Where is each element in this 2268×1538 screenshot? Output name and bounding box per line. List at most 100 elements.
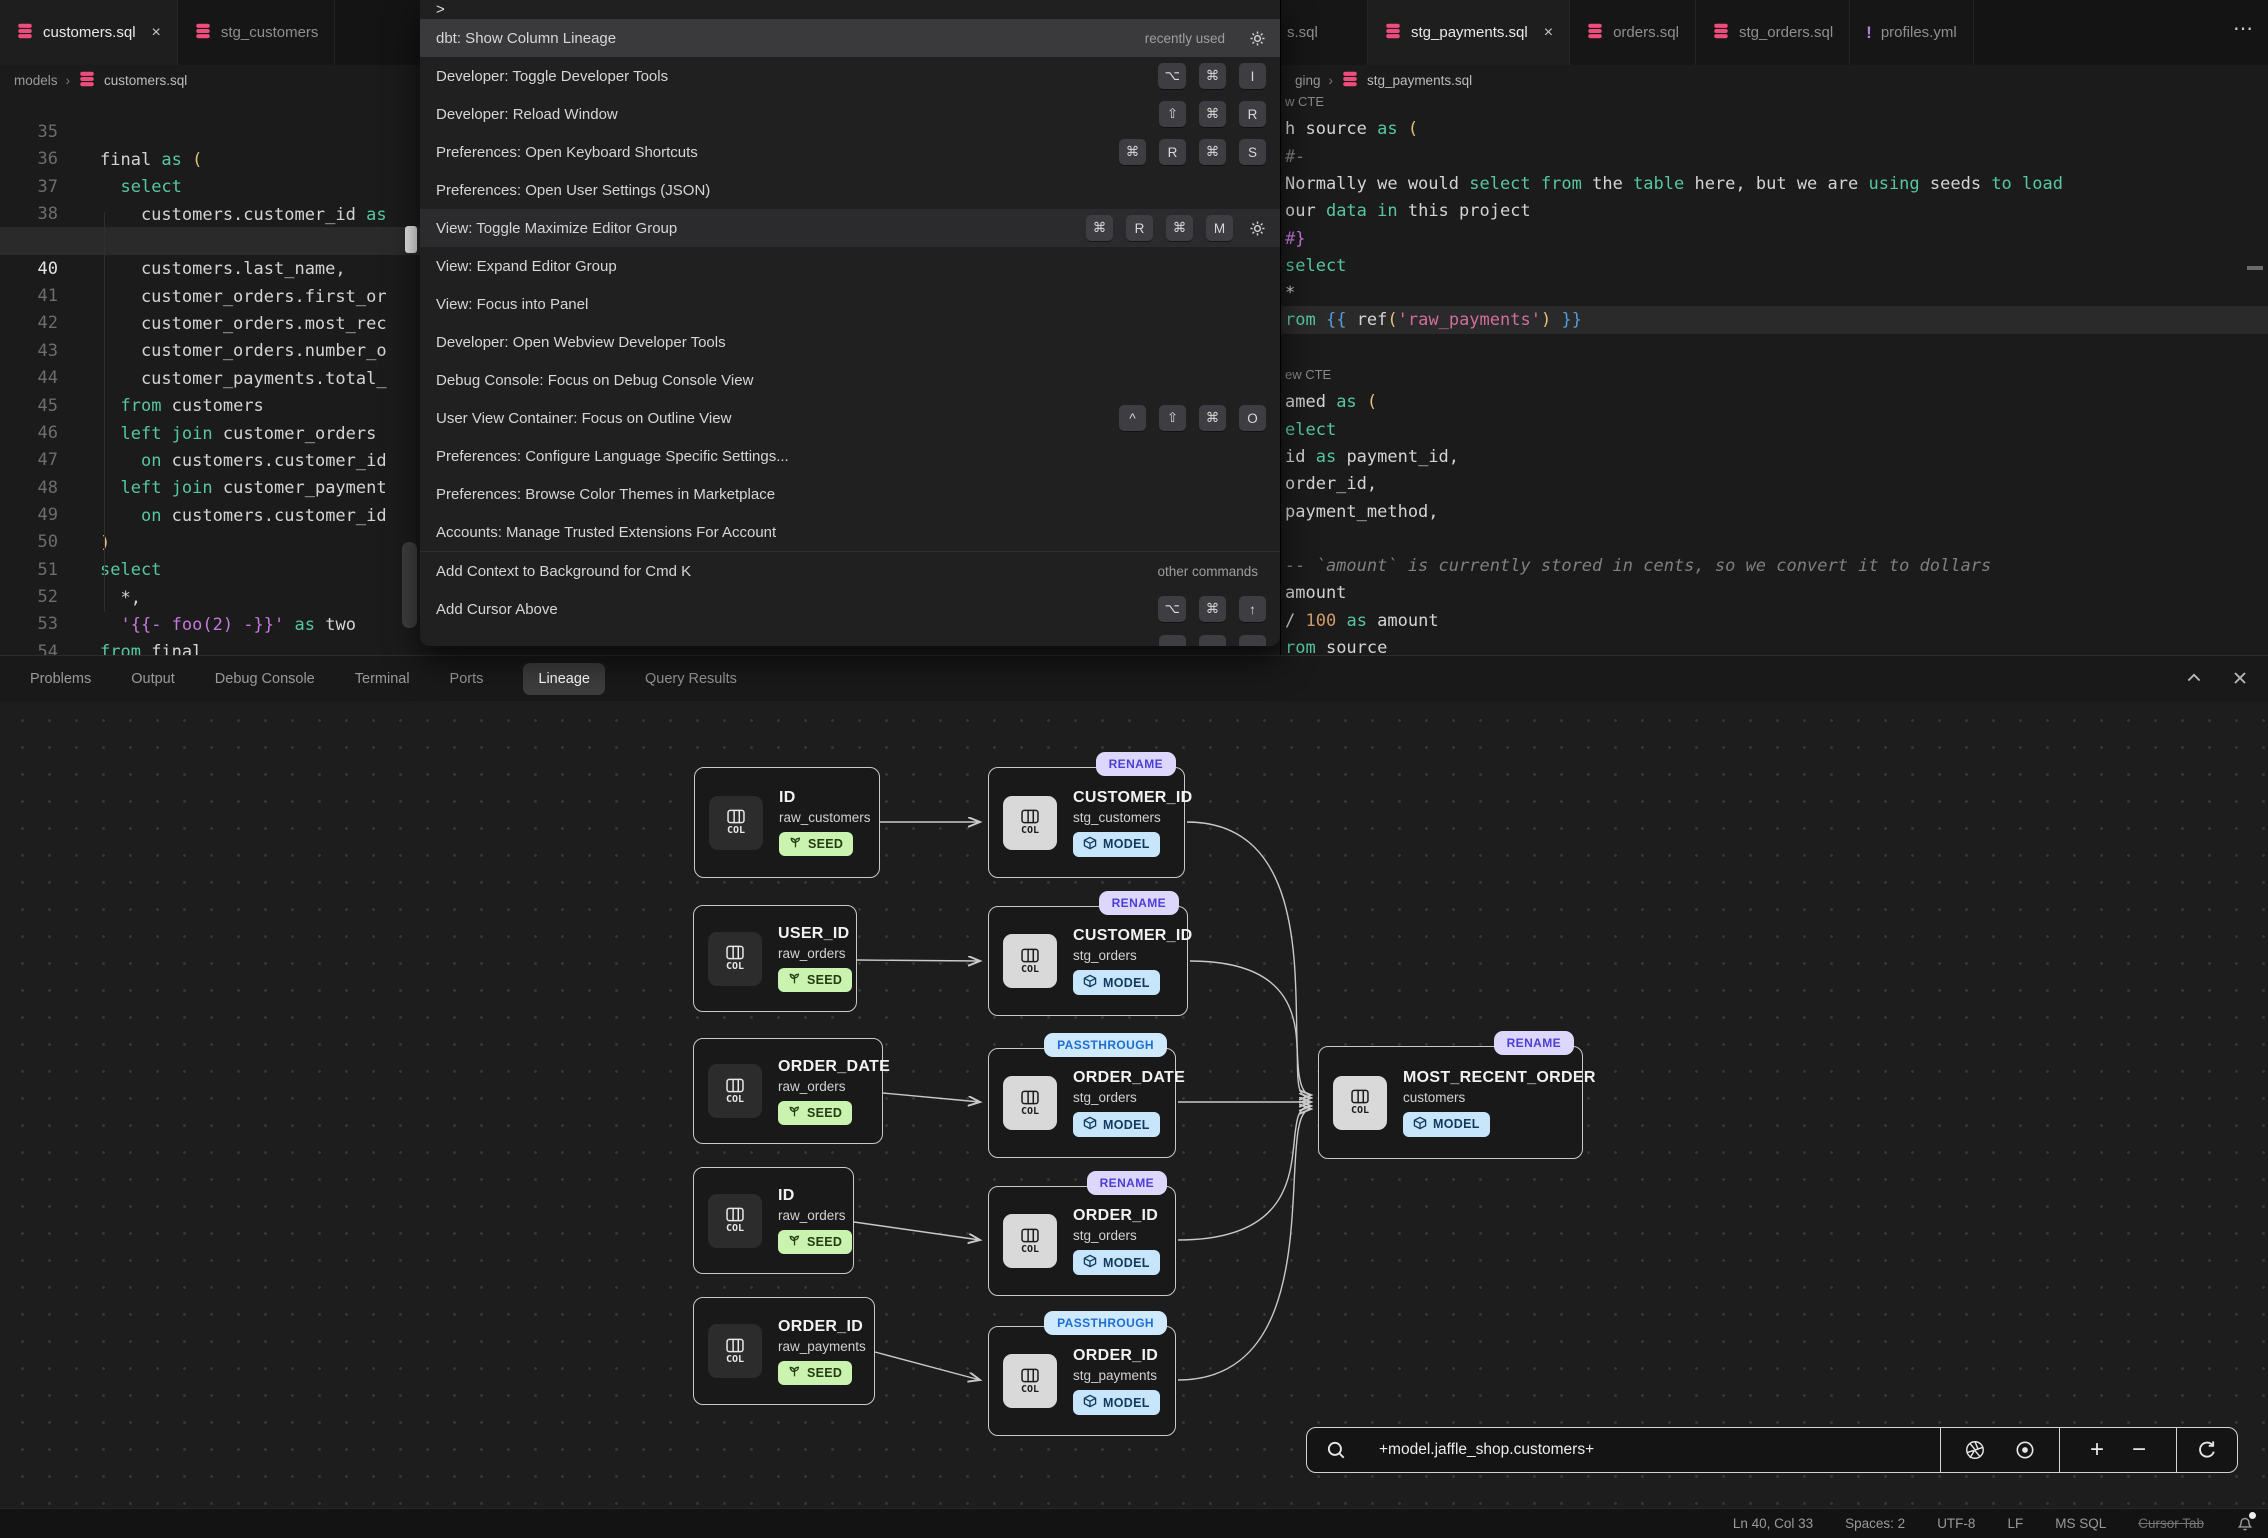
breadcrumb-file[interactable]: stg_payments.sql <box>1367 73 1472 88</box>
panel-tab-debug-console[interactable]: Debug Console <box>215 671 315 687</box>
breadcrumb-file[interactable]: customers.sql <box>104 73 187 88</box>
code-line-50[interactable]: 50 select <box>0 500 420 528</box>
panel-tab-ports[interactable]: Ports <box>450 671 484 687</box>
code-line-36[interactable]: 36 select <box>0 117 420 145</box>
command-palette-input[interactable]: > <box>420 0 1280 19</box>
code-line[interactable] <box>1281 525 2268 553</box>
target-icon[interactable] <box>2014 1439 2036 1461</box>
code-line-41[interactable]: 41 customer_orders.most_rec <box>0 254 420 282</box>
code-line-38[interactable]: 38 customers.first_name, <box>0 172 420 200</box>
code-line-40[interactable]: 40 customer_orders.first_or <box>0 227 420 255</box>
lineage-node-order_date-raw_orders[interactable]: COL ORDER_DATE raw_ordersSEED <box>693 1038 883 1144</box>
code-editor-stg-payments[interactable]: w CTEh source as (#-Normally we would se… <box>1281 88 2268 655</box>
lineage-canvas[interactable]: COL ID raw_customersSEED COL USER_ID raw… <box>0 701 2268 1509</box>
command-item[interactable]: View: Focus into Panel <box>420 285 1280 323</box>
command-item[interactable]: Developer: Reload Window ⇧⌘R <box>420 95 1280 133</box>
close-icon[interactable]: × <box>1544 24 1553 42</box>
code-line-39[interactable]: 39 customers.last_name, <box>0 199 420 227</box>
code-line[interactable]: order_id, <box>1281 470 2268 498</box>
codelens[interactable]: w CTE <box>1281 88 2268 116</box>
code-line[interactable] <box>1281 334 2268 362</box>
refresh-icon[interactable] <box>2196 1439 2218 1461</box>
code-line-45[interactable]: 45 left join customer_orders <box>0 364 420 392</box>
lineage-node-customer_id-stg_orders[interactable]: RENAME COL CUSTOMER_ID stg_ordersMODEL <box>988 906 1188 1016</box>
tab-stg_payments-sql[interactable]: stg_payments.sql × <box>1368 0 1570 65</box>
tab-s-sql[interactable]: s.sql <box>1281 0 1368 65</box>
lineage-node-id-raw_orders[interactable]: COL ID raw_ordersSEED <box>693 1167 854 1274</box>
code-line[interactable]: / 100 as amount <box>1281 607 2268 635</box>
code-line[interactable]: our data in this project <box>1281 197 2268 225</box>
command-item[interactable]: Preferences: Configure Language Specific… <box>420 437 1280 475</box>
code-line-52[interactable]: 52 '{{- foo(2) -}}' as two <box>0 555 420 583</box>
tab-customers-sql[interactable]: customers.sql × <box>0 0 178 65</box>
code-line[interactable]: h source as ( <box>1281 115 2268 143</box>
panel-tab-output[interactable]: Output <box>131 671 175 687</box>
code-line[interactable]: elect <box>1281 416 2268 444</box>
tab-profiles-yml[interactable]: !profiles.yml <box>1850 0 1974 65</box>
chevron-up-icon[interactable] <box>2184 668 2204 693</box>
command-item[interactable]: Preferences: Open User Settings (JSON) <box>420 171 1280 209</box>
code-line-49[interactable]: 49 ) <box>0 473 420 501</box>
command-item[interactable]: Add Context to Background for Cmd K othe… <box>420 551 1280 590</box>
status-item-ln-40-col-33[interactable]: Ln 40, Col 33 <box>1733 1516 1813 1531</box>
panel-tab-query-results[interactable]: Query Results <box>645 671 737 687</box>
tab-orders-sql[interactable]: orders.sql <box>1570 0 1696 65</box>
close-icon[interactable] <box>2230 668 2250 693</box>
lineage-node-order_id-stg_payments[interactable]: PASSTHROUGH COL ORDER_ID stg_paymentsMOD… <box>988 1326 1176 1436</box>
code-line[interactable]: #} <box>1281 225 2268 253</box>
status-item-utf-8[interactable]: UTF-8 <box>1937 1516 1975 1531</box>
code-line[interactable]: #- <box>1281 143 2268 171</box>
code-line[interactable]: amed as ( <box>1281 388 2268 416</box>
code-line[interactable]: select <box>1281 252 2268 280</box>
code-line-43[interactable]: 43 customer_payments.total_ <box>0 309 420 337</box>
breadcrumb-folder[interactable]: ging <box>1295 73 1321 88</box>
command-item[interactable]: User View Container: Focus on Outline Vi… <box>420 399 1280 437</box>
command-item[interactable] <box>420 628 1280 646</box>
status-item-lf[interactable]: LF <box>2007 1516 2023 1531</box>
code-line-47[interactable]: 47 left join customer_payment <box>0 418 420 446</box>
code-line-35[interactable]: 35 final as ( <box>0 90 420 118</box>
command-item[interactable]: Debug Console: Focus on Debug Console Vi… <box>420 361 1280 399</box>
breadcrumb-folder[interactable]: models <box>14 73 58 88</box>
close-icon[interactable]: × <box>152 24 161 42</box>
code-line-44[interactable]: 44 from customers <box>0 336 420 364</box>
code-line-46[interactable]: 46 on customers.customer_id <box>0 391 420 419</box>
code-line-54[interactable]: 54 <box>0 610 420 638</box>
tab-stg_customers[interactable]: stg_customers <box>178 0 336 65</box>
code-editor-customers[interactable]: 35 final as ( 36 select 37 customers.cus… <box>0 90 420 655</box>
gear-icon[interactable] <box>1249 220 1266 237</box>
command-item[interactable]: Accounts: Manage Trusted Extensions For … <box>420 513 1280 551</box>
lineage-node-most_recent_order-customers[interactable]: RENAME COL MOST_RECENT_ORDER customersMO… <box>1318 1046 1583 1159</box>
command-item[interactable]: Developer: Open Webview Developer Tools <box>420 323 1280 361</box>
code-line[interactable]: amount <box>1281 579 2268 607</box>
command-item[interactable]: Preferences: Browse Color Themes in Mark… <box>420 475 1280 513</box>
lineage-node-order_id-raw_payments[interactable]: COL ORDER_ID raw_paymentsSEED <box>693 1297 875 1405</box>
command-item[interactable]: dbt: Show Column Lineage recently used <box>420 19 1280 57</box>
command-item[interactable]: Developer: Toggle Developer Tools ⌥⌘I <box>420 57 1280 95</box>
code-line-37[interactable]: 37 customers.customer_id as <box>0 145 420 173</box>
lineage-node-order_id-stg_orders[interactable]: RENAME COL ORDER_ID stg_ordersMODEL <box>988 1186 1176 1296</box>
command-item[interactable]: Preferences: Open Keyboard Shortcuts ⌘R⌘… <box>420 133 1280 171</box>
panel-tab-lineage[interactable]: Lineage <box>523 663 605 695</box>
gear-icon[interactable] <box>1249 30 1266 47</box>
code-line-42[interactable]: 42 customer_orders.number_o <box>0 281 420 309</box>
command-item[interactable]: Add Cursor Above ⌥⌘↑ <box>420 590 1280 628</box>
lineage-node-user_id-raw_orders[interactable]: COL USER_ID raw_ordersSEED <box>693 905 857 1012</box>
code-line[interactable]: -- `amount` is currently stored in cents… <box>1281 552 2268 580</box>
tab-stg_orders-sql[interactable]: stg_orders.sql <box>1696 0 1850 65</box>
zoom-out-button[interactable]: − <box>2132 1438 2146 1462</box>
more-tabs-button[interactable]: ⋯ <box>2233 16 2255 41</box>
code-line[interactable]: rom {{ ref('raw_payments') }} <box>1281 306 2268 334</box>
status-item-spaces-2[interactable]: Spaces: 2 <box>1845 1516 1905 1531</box>
code-line[interactable]: id as payment_id, <box>1281 443 2268 471</box>
command-item[interactable]: View: Expand Editor Group <box>420 247 1280 285</box>
status-item-cursor-tab[interactable]: Cursor Tab <box>2138 1516 2204 1531</box>
code-line[interactable]: Normally we would select from the table … <box>1281 170 2268 198</box>
code-line[interactable]: * <box>1281 279 2268 307</box>
panel-tab-terminal[interactable]: Terminal <box>355 671 410 687</box>
panel-tab-problems[interactable]: Problems <box>30 671 91 687</box>
lineage-search-input[interactable] <box>1365 1428 1940 1472</box>
scrollbar-slider[interactable] <box>402 542 417 628</box>
lineage-node-id-raw_customers[interactable]: COL ID raw_customersSEED <box>694 767 880 878</box>
codelens[interactable]: ew CTE <box>1281 361 2268 389</box>
